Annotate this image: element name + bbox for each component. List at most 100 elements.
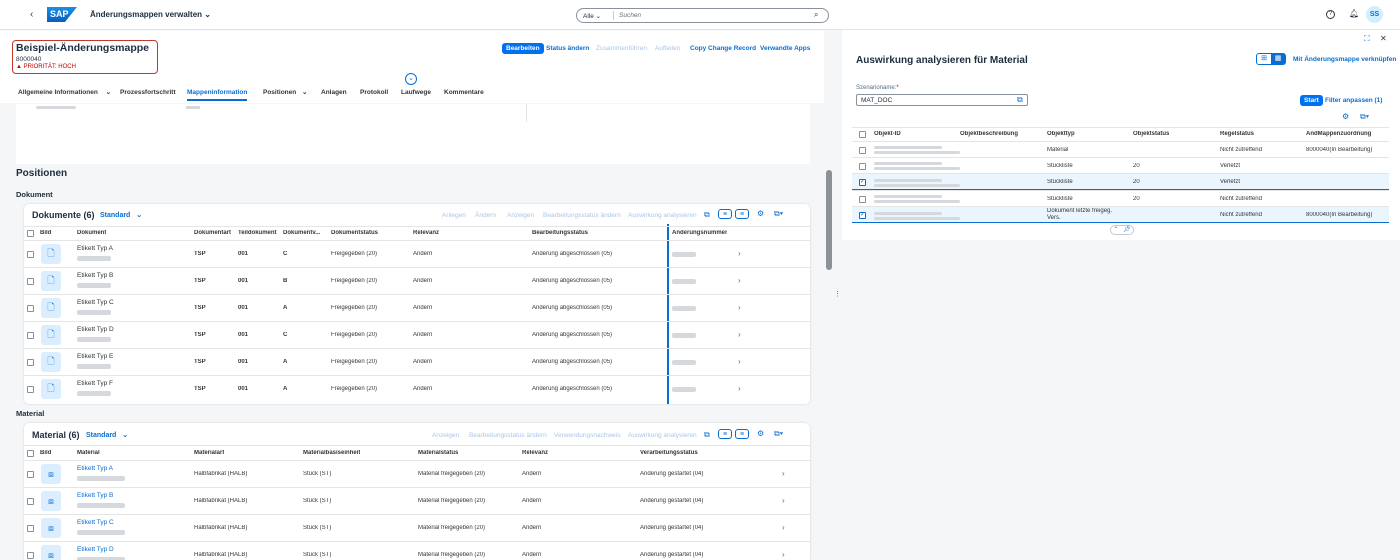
sap-logo[interactable]: SAP bbox=[47, 7, 77, 22]
tab-folder-info[interactable]: Mappeninformation bbox=[187, 89, 247, 96]
close-icon[interactable]: ✕ bbox=[1380, 34, 1387, 43]
row-checkbox[interactable] bbox=[859, 146, 866, 154]
chevron-right-icon[interactable]: › bbox=[782, 523, 785, 532]
table-view-icon[interactable]: ▦ bbox=[1271, 54, 1285, 64]
display-button[interactable]: Anzeigen bbox=[507, 212, 534, 219]
align-left-icon[interactable]: ≡ bbox=[718, 209, 732, 219]
change-status-button[interactable]: Status ändern bbox=[546, 45, 589, 52]
row-checkbox[interactable] bbox=[27, 251, 34, 258]
scenario-input[interactable]: MAT_DOC ⧉ bbox=[856, 94, 1028, 106]
column-header[interactable]: Materialart bbox=[194, 450, 224, 456]
gear-icon[interactable]: ⚙ bbox=[757, 210, 764, 218]
table-row[interactable]: ⧈ Etikett Typ C Halbfabrikat (HALB) Stück (… bbox=[24, 514, 810, 541]
help-icon[interactable]: ? bbox=[1326, 10, 1335, 19]
align-left-icon[interactable]: ≡ bbox=[718, 429, 732, 439]
row-checkbox[interactable] bbox=[859, 162, 866, 170]
column-header[interactable]: Bild bbox=[40, 230, 51, 236]
start-button[interactable]: Start bbox=[1300, 95, 1323, 106]
material-link[interactable]: Etikett Typ D bbox=[77, 546, 114, 553]
column-header[interactable]: Regelstatus bbox=[1220, 131, 1254, 137]
column-header[interactable]: Objekt-ID bbox=[874, 131, 901, 137]
bell-icon[interactable]: 🔔︎ bbox=[1349, 9, 1359, 18]
material-link[interactable]: Etikett Typ C bbox=[77, 519, 114, 526]
export-icon[interactable]: ⧉▾ bbox=[774, 430, 783, 438]
tab-positions[interactable]: Positionen ⌄ bbox=[263, 88, 308, 96]
collapse-header-icon[interactable]: ⌄ bbox=[405, 73, 417, 85]
select-all-checkbox[interactable] bbox=[27, 230, 34, 237]
chevron-right-icon[interactable]: › bbox=[738, 384, 741, 393]
column-header[interactable]: Dokumentv... bbox=[283, 230, 323, 236]
variant-select[interactable]: Standard ⌄ bbox=[100, 211, 142, 219]
copy-change-record-button[interactable]: Copy Change Record bbox=[690, 45, 756, 52]
search-scope-select[interactable]: Alle ⌄ bbox=[583, 12, 601, 20]
align-right-icon[interactable]: ≡ bbox=[735, 209, 749, 219]
change-processing-status-button[interactable]: Bearbeitungsstatus ändern bbox=[469, 432, 547, 439]
chevron-right-icon[interactable]: › bbox=[738, 303, 741, 312]
column-header[interactable]: Materialstatus bbox=[418, 450, 458, 456]
table-row[interactable]: ⧈ Etikett Typ A Halbfabrikat (HALB) Stück (… bbox=[24, 460, 810, 487]
chevron-right-icon[interactable]: › bbox=[738, 357, 741, 366]
table-row[interactable]: ⧈ Etikett Typ D Halbfabrikat (HALB) Stück (… bbox=[24, 541, 810, 560]
column-header[interactable]: Material bbox=[77, 450, 100, 456]
table-row[interactable]: Stückliste 20 Verletzt bbox=[852, 157, 1389, 173]
copy-icon[interactable]: ⧉ bbox=[704, 211, 710, 219]
column-header[interactable]: Bearbeitungsstatus bbox=[532, 230, 588, 236]
back-icon[interactable]: ‹ bbox=[30, 9, 33, 20]
table-row[interactable]: Stückliste 20 Verletzt bbox=[852, 173, 1389, 190]
chevron-right-icon[interactable]: › bbox=[782, 550, 785, 559]
create-button[interactable]: Anlegen bbox=[442, 212, 466, 219]
table-row[interactable]: 🗋︎ Etikett Typ E TSP 001 A Freigegeben (20) Än… bbox=[24, 348, 810, 375]
chevron-right-icon[interactable]: › bbox=[782, 496, 785, 505]
tab-comments[interactable]: Kommentare bbox=[444, 89, 484, 96]
select-all-checkbox[interactable] bbox=[27, 450, 34, 457]
material-link[interactable]: Etikett Typ B bbox=[77, 492, 113, 499]
analyze-impact-button[interactable]: Auswirkung analysieren bbox=[628, 212, 697, 219]
variant-select[interactable]: Standard ⌄ bbox=[86, 431, 128, 439]
app-title[interactable]: Änderungsmappen verwalten ⌄ bbox=[90, 10, 211, 19]
search-bar[interactable]: Alle ⌄ Suchen ⌕ bbox=[576, 8, 829, 23]
column-header[interactable]: Relevanz bbox=[413, 230, 439, 236]
chevron-right-icon[interactable]: › bbox=[738, 276, 741, 285]
table-row[interactable]: 🗋︎ Etikett Typ B TSP 001 B Freigegeben (20) Än… bbox=[24, 267, 810, 294]
grid-view-icon[interactable]: ⊞ bbox=[1257, 54, 1271, 64]
table-row[interactable]: 🗋︎ Etikett Typ A TSP 001 C Freigegeben (20) Än… bbox=[24, 240, 810, 267]
column-header[interactable]: Dokumentstatus bbox=[331, 230, 378, 236]
fullscreen-icon[interactable]: ⛶ bbox=[1364, 35, 1370, 43]
change-button[interactable]: Ändern bbox=[475, 212, 496, 219]
tab-routes[interactable]: Laufwege bbox=[401, 89, 431, 96]
search-input[interactable]: Suchen bbox=[619, 12, 641, 19]
column-header[interactable]: Bild bbox=[40, 450, 51, 456]
row-checkbox[interactable] bbox=[27, 471, 34, 478]
collapse-up-icon[interactable]: ⌃ bbox=[1113, 226, 1118, 234]
display-button[interactable]: Anzeigen bbox=[432, 432, 459, 439]
column-header[interactable]: ÄndMappenzuordnung bbox=[1306, 131, 1371, 137]
gear-icon[interactable]: ⚙ bbox=[1342, 113, 1349, 121]
link-change-record-button[interactable]: Mit Änderungsmappe verknüpfen bbox=[1293, 56, 1396, 63]
table-row[interactable]: Stückliste 20 Nicht zutreffend bbox=[852, 190, 1389, 206]
row-checkbox[interactable] bbox=[27, 359, 34, 366]
table-row[interactable]: 🗋︎ Etikett Typ F TSP 001 A Freigegeben (20) Än… bbox=[24, 375, 810, 402]
adapt-filter-button[interactable]: Filter anpassen (1) bbox=[1325, 97, 1382, 104]
change-processing-status-button[interactable]: Bearbeitungsstatus ändern bbox=[543, 212, 621, 219]
edit-button[interactable]: Bearbeiten bbox=[502, 43, 544, 54]
avatar[interactable]: SS bbox=[1366, 6, 1383, 23]
column-header[interactable]: Verarbeitungsstatus bbox=[640, 450, 698, 456]
row-checkbox[interactable] bbox=[859, 195, 866, 203]
scrollbar-track[interactable] bbox=[826, 104, 832, 560]
chevron-right-icon[interactable]: › bbox=[738, 249, 741, 258]
column-header[interactable]: Objektstatus bbox=[1133, 131, 1169, 137]
tab-progress[interactable]: Prozessfortschritt bbox=[120, 89, 176, 96]
row-checkbox[interactable] bbox=[27, 305, 34, 312]
tab-attachments[interactable]: Anlagen bbox=[321, 89, 347, 96]
row-checkbox[interactable] bbox=[27, 552, 34, 559]
row-checkbox[interactable] bbox=[27, 332, 34, 339]
column-header[interactable]: Teildokument bbox=[238, 230, 277, 236]
row-checkbox[interactable] bbox=[859, 178, 866, 186]
column-header[interactable]: Materialbasiseinheit bbox=[303, 450, 360, 456]
row-checkbox[interactable] bbox=[27, 386, 34, 393]
table-row[interactable]: Dokument letzte freigeg. Vers. Nicht zutr… bbox=[852, 206, 1389, 223]
material-link[interactable]: Etikett Typ A bbox=[77, 465, 113, 472]
splitter-grip-icon[interactable]: ⋮ bbox=[834, 290, 841, 298]
chevron-right-icon[interactable]: › bbox=[782, 469, 785, 478]
align-right-icon[interactable]: ≡ bbox=[735, 429, 749, 439]
